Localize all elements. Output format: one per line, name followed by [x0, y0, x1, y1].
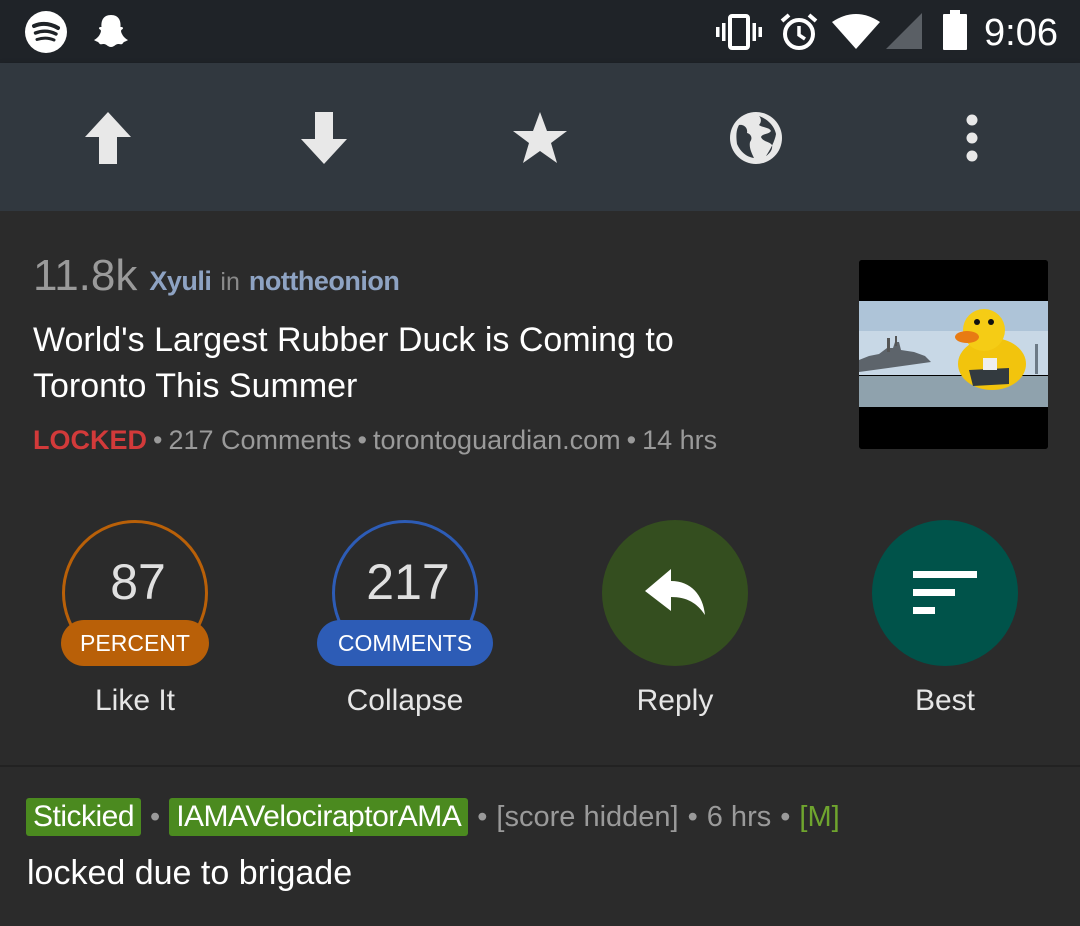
comment-author[interactable]: IAMAVelociraptorAMA — [169, 798, 469, 836]
reply-label: Reply — [636, 684, 714, 717]
post-header: 11.8k Xyuli in nottheonion World's Large… — [0, 211, 1080, 766]
post-toolbar — [0, 63, 1080, 211]
battery-icon — [943, 10, 967, 50]
collapse-action[interactable]: 217 COMMENTS Collapse — [295, 520, 515, 720]
reply-arrow-icon — [645, 569, 705, 615]
separator: • — [626, 425, 637, 455]
star-icon — [513, 112, 567, 163]
like-percent-value: 87 — [110, 554, 166, 610]
sort-circle — [872, 520, 1018, 666]
comment-age: 6 hrs — [706, 800, 772, 833]
more-vertical-icon — [966, 114, 978, 162]
comment-count: 217 Comments — [168, 425, 352, 455]
post-score: 11.8k — [33, 251, 138, 300]
post-author[interactable]: Xyuli — [149, 266, 212, 297]
reply-circle — [602, 520, 748, 666]
separator: • — [477, 800, 488, 833]
arrow-up-icon — [85, 112, 131, 164]
stickied-badge: Stickied — [26, 798, 142, 836]
comment-score: [score hidden] — [496, 800, 679, 833]
clock-time: 9:06 — [984, 12, 1058, 54]
spotify-icon — [25, 11, 67, 53]
vibrate-icon — [716, 14, 762, 50]
link-domain: torontoguardian.com — [373, 425, 621, 455]
signal-icon — [886, 13, 922, 49]
moderator-tag: [M] — [799, 800, 840, 833]
more-options-button[interactable] — [937, 103, 1007, 173]
locked-label: LOCKED — [33, 425, 147, 455]
separator: • — [687, 800, 698, 833]
post-thumbnail[interactable] — [859, 260, 1048, 449]
post-subreddit[interactable]: nottheonion — [249, 266, 400, 297]
sort-best-action[interactable]: Best — [835, 520, 1055, 720]
like-it-action[interactable]: 87 PERCENT Like It — [25, 520, 245, 720]
arrow-down-icon — [301, 112, 347, 164]
in-label: in — [220, 268, 240, 296]
post-title: World's Largest Rubber Duck is Coming to… — [33, 321, 674, 405]
post-age: 14 hrs — [642, 425, 718, 455]
comment-meta: Stickied • IAMAVelociraptorAMA • [score … — [26, 798, 840, 836]
separator: • — [780, 800, 791, 833]
separator: • — [153, 425, 163, 455]
globe-icon — [730, 112, 782, 164]
wifi-icon — [832, 14, 880, 49]
percent-pill: PERCENT — [61, 620, 209, 666]
upvote-button[interactable] — [73, 103, 143, 173]
collapse-label: Collapse — [346, 684, 464, 717]
post-meta: 11.8k Xyuli in nottheonion — [33, 251, 400, 301]
separator: • — [150, 800, 161, 833]
comments-count-value: 217 — [366, 554, 450, 610]
comment-item[interactable]: Stickied • IAMAVelociraptorAMA • [score … — [0, 767, 1080, 926]
status-bar: 9:06 — [0, 0, 1080, 63]
snapchat-icon — [94, 15, 128, 47]
alarm-icon — [780, 13, 818, 50]
open-in-browser-button[interactable] — [721, 103, 791, 173]
best-label: Best — [914, 684, 976, 717]
post-info: LOCKED • 217 Comments • torontoguardian.com •… — [33, 425, 717, 456]
separator: • — [357, 425, 367, 455]
rubber-duck-image — [859, 260, 1048, 449]
sort-icon — [913, 571, 977, 614]
save-button[interactable] — [505, 103, 575, 173]
comments-pill: COMMENTS — [317, 620, 493, 666]
reply-action[interactable]: Reply — [565, 520, 785, 720]
downvote-button[interactable] — [289, 103, 359, 173]
comment-body: locked due to brigade — [27, 854, 353, 892]
like-it-label: Like It — [94, 684, 176, 717]
